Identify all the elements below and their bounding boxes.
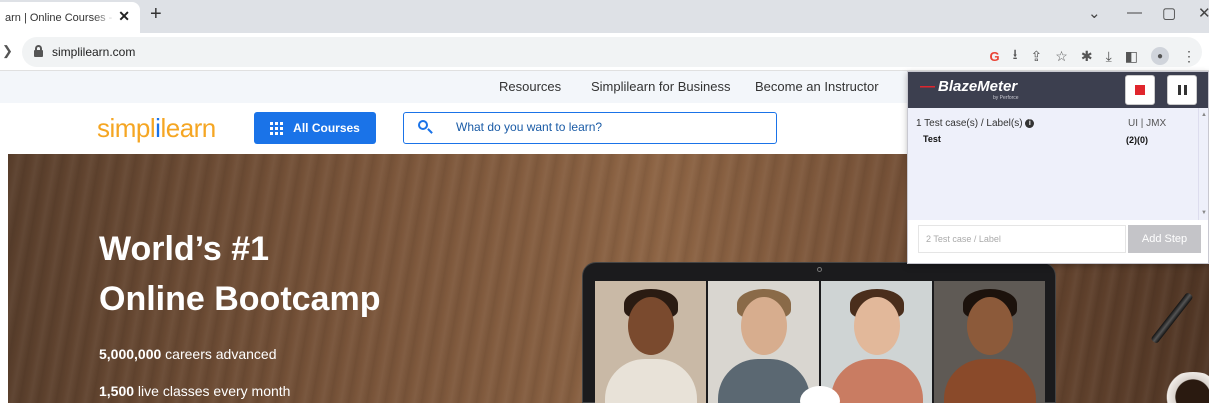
search-box[interactable] [403, 112, 777, 144]
simplilearn-logo[interactable]: simplilearn [97, 113, 216, 144]
browser-toolbar: ❯ simplilearn.com G ⭳ ⇪ ☆ ✱ ⤓ ◧ ● ⋮ [0, 33, 1209, 71]
search-input[interactable] [456, 120, 756, 134]
info-icon[interactable]: i [1025, 118, 1035, 128]
test-case-counts: (2)(0) [1126, 135, 1148, 145]
close-window-icon[interactable]: ✕ [1198, 4, 1209, 22]
nav-link-business[interactable]: Simplilearn for Business [591, 79, 730, 94]
coffee-cup-image [1158, 372, 1209, 403]
scroll-down-icon[interactable]: ▼ [1201, 210, 1207, 216]
install-icon[interactable]: ⭳ [1013, 44, 1018, 68]
hero-title: World’s #1 Online Bootcamp [99, 230, 381, 318]
menu-dots-icon[interactable]: ⋮ [1182, 48, 1196, 65]
test-case-scrollbar[interactable]: ▲ ▼ [1198, 108, 1208, 220]
test-case-count: 1 Test case(s) / Label(s) i [916, 118, 1035, 129]
blazemeter-header: — BlazeMeter by Perforce [908, 72, 1208, 108]
bookmark-star-icon[interactable]: ☆ [1055, 48, 1068, 65]
blazemeter-panel: — BlazeMeter by Perforce ▲ ▼ 1 Test case(… [907, 71, 1209, 264]
browser-tab[interactable]: arn | Online Courses - Bo ✕ [0, 2, 140, 33]
add-step-button[interactable]: Add Step [1128, 225, 1201, 253]
blazemeter-logo: — BlazeMeter [920, 78, 1018, 95]
lock-icon[interactable] [34, 45, 43, 57]
tab-close-icon[interactable]: ✕ [118, 8, 130, 25]
grid-icon [270, 121, 284, 135]
google-icon[interactable]: G [990, 49, 1000, 64]
nav-link-resources[interactable]: Resources [499, 79, 561, 94]
hero-stat-careers: 5,000,000 careers advanced [99, 346, 277, 362]
participant-tile [595, 281, 706, 403]
scroll-up-icon[interactable]: ▲ [1201, 112, 1207, 118]
participant-tile [708, 281, 819, 403]
extensions-puzzle-icon[interactable]: ✱ [1081, 48, 1093, 65]
video-call-grid [595, 281, 1045, 403]
all-courses-button[interactable]: All Courses [254, 112, 376, 144]
pen-image [1150, 291, 1194, 345]
reload-icon[interactable]: ❯ [2, 43, 13, 59]
pause-icon [1177, 85, 1187, 95]
stop-recording-button[interactable] [1125, 75, 1155, 105]
download-icon[interactable]: ⤓ [1106, 48, 1112, 65]
participant-tile [934, 281, 1045, 403]
webcam-icon [817, 267, 822, 272]
tab-search-icon[interactable]: ⌄ [1088, 4, 1101, 22]
search-icon [418, 120, 433, 134]
test-label-input[interactable] [918, 225, 1126, 253]
laptop-image [582, 262, 1056, 403]
pause-recording-button[interactable] [1167, 75, 1197, 105]
new-tab-icon[interactable]: + [150, 3, 162, 26]
minimize-icon[interactable]: — [1127, 4, 1142, 21]
maximize-icon[interactable]: ▢ [1162, 4, 1176, 22]
blazemeter-logo-sub: by Perforce [993, 95, 1019, 101]
all-courses-label: All Courses [293, 121, 360, 135]
extension-icons: G ⭳ ⇪ ☆ ✱ ⤓ ◧ ● ⋮ [990, 44, 1196, 68]
profile-avatar-icon[interactable]: ● [1151, 47, 1169, 65]
share-icon[interactable]: ⇪ [1031, 48, 1043, 65]
stop-icon [1135, 85, 1145, 95]
browser-tabstrip: arn | Online Courses - Bo ✕ + ⌄ — ▢ ✕ [0, 0, 1209, 33]
test-case-name[interactable]: Test [923, 134, 941, 144]
hero-stat-classes: 1,500 live classes every month [99, 383, 291, 399]
format-label: UI | JMX [1128, 118, 1167, 129]
address-bar[interactable]: simplilearn.com G ⭳ ⇪ ☆ ✱ ⤓ ◧ ● ⋮ [22, 37, 1202, 67]
url-text[interactable]: simplilearn.com [52, 45, 135, 59]
tab-title: arn | Online Courses - Bo [5, 11, 115, 24]
side-panel-icon[interactable]: ◧ [1125, 48, 1138, 65]
participant-tile [821, 281, 932, 403]
nav-link-instructor[interactable]: Become an Instructor [755, 79, 879, 94]
